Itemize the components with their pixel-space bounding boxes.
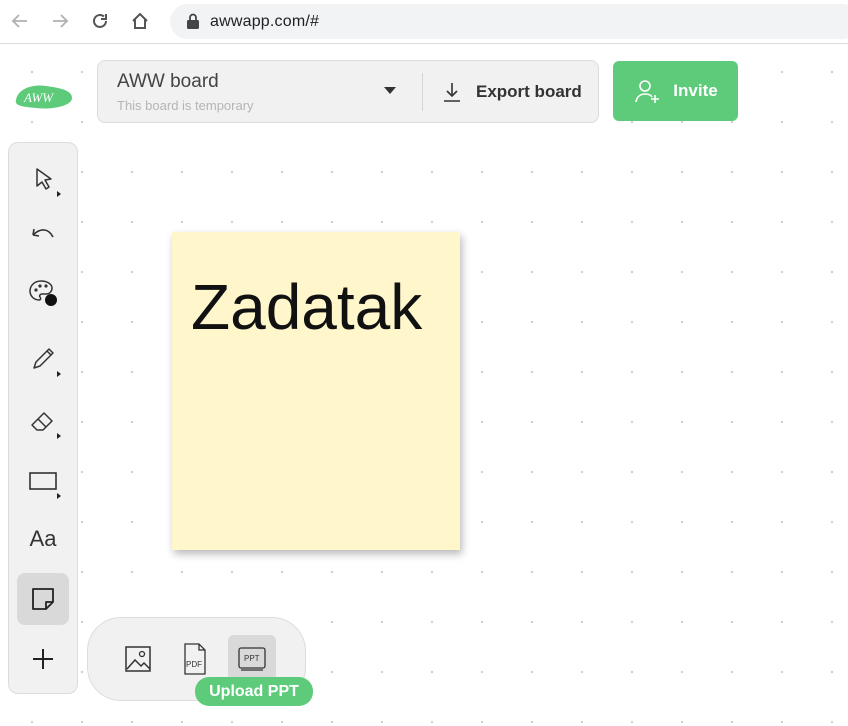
upload-ppt-button[interactable]: PPT [228,635,276,683]
palette-icon [29,280,57,306]
plus-icon [33,649,53,669]
color-tool[interactable] [17,267,69,319]
ppt-icon: PPT [238,647,266,671]
undo-tool[interactable] [17,209,69,261]
reload-icon[interactable] [88,9,112,33]
browser-toolbar: awwapp.com/# [0,0,848,44]
board-header: AWW board This board is temporary Export… [97,60,599,123]
logo-text: AWW [23,90,54,105]
svg-text:PPT: PPT [244,654,260,663]
submenu-caret-icon [57,433,61,439]
pencil-icon [33,348,54,369]
download-icon [444,83,460,102]
select-tool[interactable] [17,153,69,205]
chevron-down-icon[interactable] [384,87,396,94]
invite-button[interactable]: Invite [613,61,738,121]
submenu-caret-icon [57,493,61,499]
shape-tool[interactable] [17,455,69,507]
home-icon[interactable] [128,9,152,33]
upload-image-button[interactable] [114,635,162,683]
board-subtitle: This board is temporary [117,98,254,113]
invite-label: Invite [673,81,718,100]
arrow-right-icon[interactable] [48,9,72,33]
pdf-icon: PDF [184,643,206,675]
lock-icon [187,13,199,29]
text-tool[interactable]: Aa [17,513,69,565]
sticky-note[interactable]: Zadatak [172,232,460,550]
upload-ppt-tooltip: Upload PPT [195,677,313,706]
pencil-tool[interactable] [17,333,69,385]
add-user-icon [635,80,660,103]
divider [422,73,423,111]
export-board-button[interactable]: Export board [434,71,594,113]
cursor-arrow-icon [36,168,52,190]
add-tool[interactable] [17,633,69,685]
board-title[interactable]: AWW board [117,71,219,93]
eraser-icon [31,412,53,431]
sticky-note-tool[interactable] [17,573,69,625]
address-bar[interactable]: awwapp.com/# [170,4,848,39]
aww-logo: AWW [15,85,72,109]
svg-text:PDF: PDF [186,660,202,669]
url-text: awwapp.com/# [210,13,320,30]
export-board-label: Export board [476,82,582,101]
undo-icon [32,228,54,238]
eraser-tool[interactable] [17,395,69,447]
submenu-caret-icon [57,371,61,377]
text-tool-label: Aa [29,526,57,551]
submenu-caret-icon [57,191,61,197]
sticky-note-text[interactable]: Zadatak [191,270,422,344]
upload-pdf-button[interactable]: PDF [171,635,219,683]
arrow-left-icon[interactable] [8,9,32,33]
rectangle-icon [29,472,57,490]
sticky-note-icon [32,588,54,610]
image-icon [125,646,151,672]
tool-sidebar: Aa [8,142,78,694]
